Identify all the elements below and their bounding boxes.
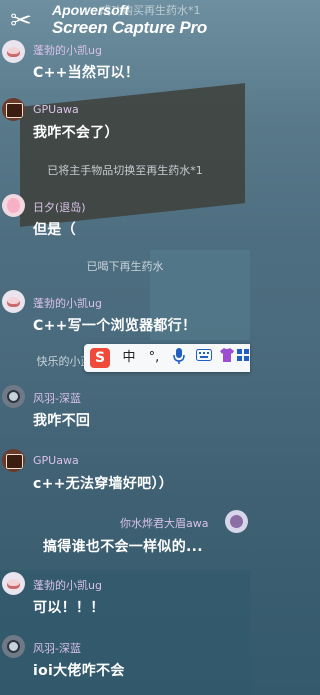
watermark-line2: Screen Capture Pro — [52, 18, 208, 37]
watermark-line1: Apowersoft — [52, 2, 129, 18]
message-text: 我咋不回 — [33, 413, 91, 429]
system-message: 已将主手物品切换至再生药水*1 — [47, 164, 203, 177]
deer-avatar[interactable] — [2, 572, 25, 595]
ime-toolbar[interactable]: S 中 °, — [84, 344, 250, 372]
watermark: ✂ 成功购买再生药水*1 Apowersoft Screen Capture P… — [0, 0, 250, 44]
sender-name: 蓬勃的小凯ug — [33, 44, 102, 57]
message-text: c++无法穿墙好吧）） — [33, 476, 174, 492]
ri-avatar[interactable] — [2, 194, 25, 217]
message-text: 但是（ — [33, 222, 76, 238]
message-text: C++写一个浏览器都行！ — [33, 318, 197, 334]
sender-name: 风羽-深蓝 — [33, 392, 81, 405]
sender-name: 日夕(退岛) — [33, 201, 86, 214]
gpu-avatar[interactable] — [2, 449, 25, 472]
sender-name: GPUawa — [33, 454, 79, 467]
message-text: C++当然可以！ — [33, 65, 140, 81]
gpu-avatar[interactable] — [2, 98, 25, 121]
punctuation-toggle[interactable]: °, — [144, 348, 164, 368]
message-text: 可以！！！ — [33, 600, 105, 616]
message-text: 搞得谁也不会一样似的... — [43, 539, 203, 555]
sender-name: 风羽-深蓝 — [33, 642, 81, 655]
message-text: 我咋不会了） — [33, 125, 119, 141]
sender-name: 蓬勃的小凯ug — [33, 297, 102, 310]
ime-mode-toggle[interactable]: 中 — [120, 348, 138, 368]
scissors-icon: ✂ — [10, 6, 32, 36]
system-message: 已喝下再生药水 — [86, 260, 164, 273]
deer-avatar[interactable] — [2, 40, 25, 63]
shui-avatar[interactable] — [225, 510, 248, 533]
shirt-icon[interactable] — [218, 348, 236, 368]
feng-avatar[interactable] — [2, 635, 25, 658]
message-text: ioi大佬咋不会 — [33, 663, 125, 679]
sogou-logo-icon[interactable]: S — [90, 348, 110, 368]
grid-icon[interactable] — [236, 348, 250, 368]
sender-name: 你水烨君大眉awa — [120, 517, 209, 530]
mic-icon[interactable] — [170, 348, 188, 368]
feng-avatar[interactable] — [2, 385, 25, 408]
sender-name: 蓬勃的小凯ug — [33, 579, 102, 592]
sender-name: GPUawa — [33, 103, 79, 116]
keyboard-icon[interactable] — [194, 348, 214, 368]
deer-avatar[interactable] — [2, 290, 25, 313]
